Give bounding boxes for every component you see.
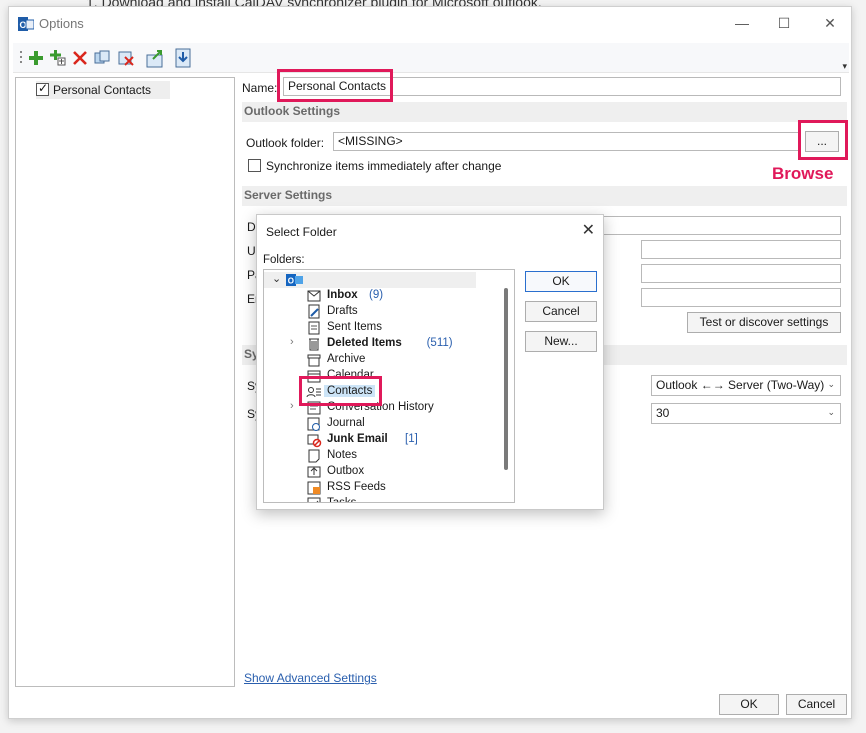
folder-name: Deleted Items (327, 337, 402, 349)
folder-count: [1] (405, 433, 418, 445)
svg-text:O: O (288, 277, 294, 286)
title-bar: O Options — ☐ ✕ (9, 7, 851, 39)
dialog-cancel-button[interactable]: Cancel (525, 301, 597, 322)
folder-item[interactable]: Notes (264, 448, 500, 464)
chevron-down-icon: ⌄ (827, 407, 835, 417)
folder-item[interactable]: Sent Items (264, 320, 500, 336)
window-title: Options (39, 16, 84, 31)
folders-label: Folders: (263, 254, 305, 266)
chevron-down-icon: ⌄ (827, 379, 835, 389)
toolbar: ▾ (13, 43, 849, 73)
outlook-mailbox-icon: O (286, 274, 303, 286)
folder-name: Journal (327, 417, 365, 429)
outlook-folder-label: Outlook folder: (246, 136, 325, 150)
dialog-new-button[interactable]: New... (525, 331, 597, 352)
contacts-highlight-box (299, 376, 382, 406)
folder-name: Outbox (327, 465, 365, 477)
folder-name: Archive (327, 353, 366, 365)
import-icon[interactable] (173, 47, 195, 69)
outlook-folder-input[interactable]: <MISSING> (333, 132, 799, 151)
outlook-settings-header: Outlook Settings (242, 102, 847, 122)
maximize-button[interactable]: ☐ (769, 13, 799, 33)
browse-annotation: Browse (772, 164, 834, 183)
tasks-icon (307, 497, 321, 502)
dialog-title: Select Folder (266, 225, 337, 239)
select-folder-dialog: Select Folder ✕ Folders: ⌄ O Inbox (9) Dra… (256, 214, 604, 510)
folder-item[interactable]: Archive (264, 352, 500, 368)
name-highlight-box (277, 69, 393, 102)
test-settings-button[interactable]: Test or discover settings (687, 312, 841, 333)
cancel-button[interactable]: Cancel (786, 694, 847, 715)
show-advanced-settings-link[interactable]: Show Advanced Settings (244, 671, 377, 685)
folder-name: RSS Feeds (327, 481, 386, 493)
folder-name: Junk Email (327, 433, 388, 445)
toolbar-overflow-icon[interactable]: ▾ (842, 61, 847, 72)
profiles-tree: Personal Contacts (15, 77, 235, 687)
folder-count: (511) (426, 337, 453, 349)
sync-interval-select[interactable]: 30 ⌄ (651, 403, 841, 424)
dialog-close-icon[interactable]: ✕ (582, 220, 595, 240)
tree-item-personal-contacts[interactable]: Personal Contacts (36, 81, 170, 99)
folder-name: Inbox (327, 289, 358, 301)
folder-name: Tasks (327, 497, 357, 503)
sync-mode-value: Outlook ←→ Server (Two-Way) (656, 378, 825, 392)
export-icon[interactable] (145, 47, 167, 69)
folder-item[interactable]: › Deleted Items (511) (264, 336, 500, 352)
dialog-ok-button[interactable]: OK (525, 271, 597, 292)
folder-item[interactable]: Tasks (264, 496, 500, 503)
clear-cache-icon[interactable] (117, 49, 135, 67)
folder-item[interactable]: Junk Email [1] (264, 432, 500, 448)
notes-icon (308, 449, 320, 463)
sync-immediately-label: Synchronize items immediately after chan… (266, 159, 502, 173)
inbox-icon (307, 290, 321, 302)
sent-items-icon (308, 321, 320, 335)
username-input[interactable] (641, 240, 841, 259)
deleted-items-icon (309, 338, 319, 351)
add-profile-icon[interactable] (27, 49, 45, 67)
journal-icon (307, 417, 320, 431)
toolbar-grip-icon (20, 51, 22, 63)
server-settings-header: Server Settings (242, 186, 847, 206)
mailbox-root[interactable]: ⌄ O (264, 272, 476, 288)
sync-mode-select[interactable]: Outlook ←→ Server (Two-Way) ⌄ (651, 375, 841, 396)
username-label: U (247, 244, 256, 258)
ok-button[interactable]: OK (719, 694, 779, 715)
folder-item[interactable]: Inbox (9) (264, 288, 500, 304)
chevron-down-icon[interactable]: ⌄ (272, 272, 281, 285)
folder-item[interactable]: Journal (264, 416, 500, 432)
folder-count: (9) (369, 289, 384, 301)
chevron-right-icon[interactable]: › (290, 336, 294, 348)
close-button[interactable]: ✕ (815, 13, 845, 33)
sync-immediately-checkbox[interactable] (248, 159, 261, 172)
caldav-app-icon: O (18, 17, 34, 31)
folder-item[interactable]: Outbox (264, 464, 500, 480)
server-url-label: D (247, 220, 256, 234)
browse-highlight-box (798, 120, 848, 160)
chevron-right-icon[interactable]: › (290, 400, 294, 412)
name-label: Name: (242, 81, 278, 95)
drafts-icon (308, 304, 320, 319)
folder-name: Sent Items (327, 321, 382, 333)
sync-interval-value: 30 (656, 406, 670, 420)
junk-email-icon (307, 434, 322, 448)
copy-profile-icon[interactable] (93, 49, 111, 67)
folder-item[interactable]: Drafts (264, 304, 500, 320)
password-input[interactable] (641, 264, 841, 283)
tree-item-label: Personal Contacts (53, 83, 152, 97)
add-multiple-profiles-icon[interactable] (49, 49, 67, 67)
folders-scrollbar[interactable] (504, 288, 508, 470)
email-input[interactable] (641, 288, 841, 307)
folder-item[interactable]: RSS Feeds (264, 480, 500, 496)
svg-text:O: O (20, 20, 27, 30)
folder-name: Notes (327, 449, 358, 461)
delete-profile-icon[interactable] (71, 49, 89, 67)
folder-name: Drafts (327, 305, 358, 317)
profile-checkbox[interactable] (36, 81, 49, 96)
outbox-icon (307, 466, 321, 478)
minimize-button[interactable]: — (727, 13, 757, 33)
rss-feeds-icon (307, 481, 321, 495)
archive-icon (307, 354, 321, 367)
